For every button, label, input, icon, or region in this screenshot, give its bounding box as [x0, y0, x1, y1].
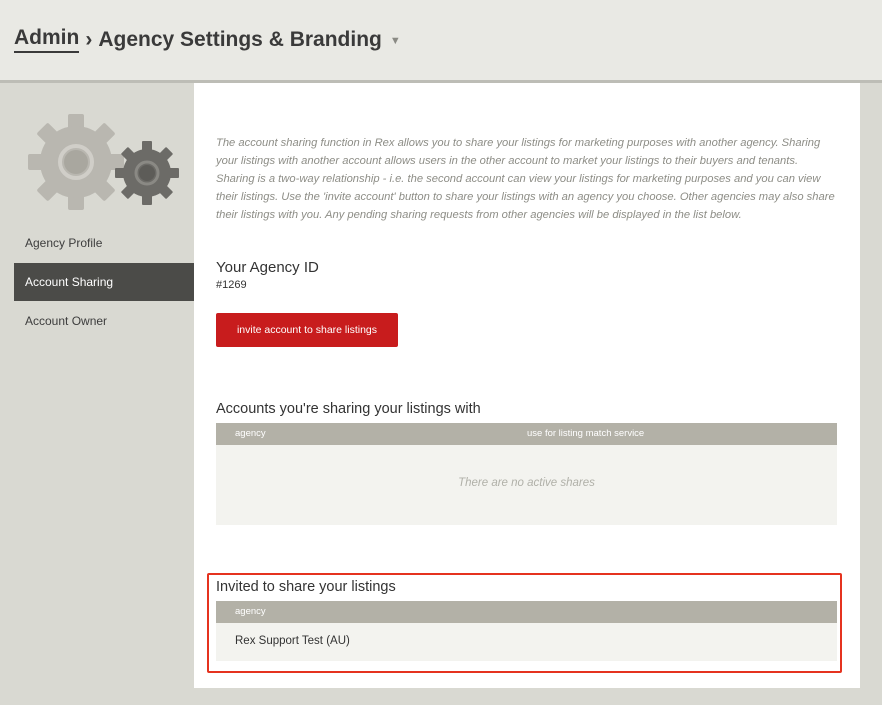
- sharing-heading: Accounts you're sharing your listings wi…: [216, 401, 481, 417]
- sidebar-item-account-owner[interactable]: Account Owner: [14, 302, 194, 340]
- column-header-agency[interactable]: agency: [235, 428, 266, 439]
- invited-heading: Invited to share your listings: [216, 579, 396, 595]
- intro-text: The account sharing function in Rex allo…: [216, 137, 835, 221]
- invite-account-button[interactable]: invite account to share listings: [216, 313, 398, 347]
- sidebar-item-agency-profile[interactable]: Agency Profile: [14, 224, 194, 262]
- main-panel: The account sharing function in Rex allo…: [194, 83, 860, 688]
- breadcrumb-separator: ›: [85, 27, 93, 51]
- sidebar: Agency Profile Account Sharing Account O…: [0, 83, 194, 705]
- breadcrumb-admin-link[interactable]: Admin: [14, 26, 80, 53]
- agency-id-value: #1269: [216, 279, 247, 291]
- agency-id-heading: Your Agency ID: [216, 259, 319, 276]
- column-header-agency[interactable]: agency: [235, 606, 266, 617]
- column-header-listing-match[interactable]: use for listing match service: [527, 428, 644, 439]
- sharing-table-header: agency use for listing match service: [216, 423, 837, 445]
- chevron-down-icon[interactable]: ▼: [390, 35, 401, 47]
- invited-table-header: agency: [216, 601, 837, 623]
- sharing-table-body: There are no active shares: [216, 445, 837, 525]
- invited-agency-name: Rex Support Test (AU): [235, 635, 350, 647]
- empty-shares-message: There are no active shares: [458, 477, 595, 489]
- page-title: Agency Settings & Branding: [98, 27, 382, 51]
- top-bar: Admin › Agency Settings & Branding ▼: [0, 0, 882, 83]
- gears-icon: [28, 114, 179, 210]
- breadcrumb: Admin › Agency Settings & Branding ▼: [14, 26, 401, 53]
- sidebar-item-account-sharing[interactable]: Account Sharing: [14, 263, 194, 301]
- table-row[interactable]: Rex Support Test (AU): [216, 623, 837, 661]
